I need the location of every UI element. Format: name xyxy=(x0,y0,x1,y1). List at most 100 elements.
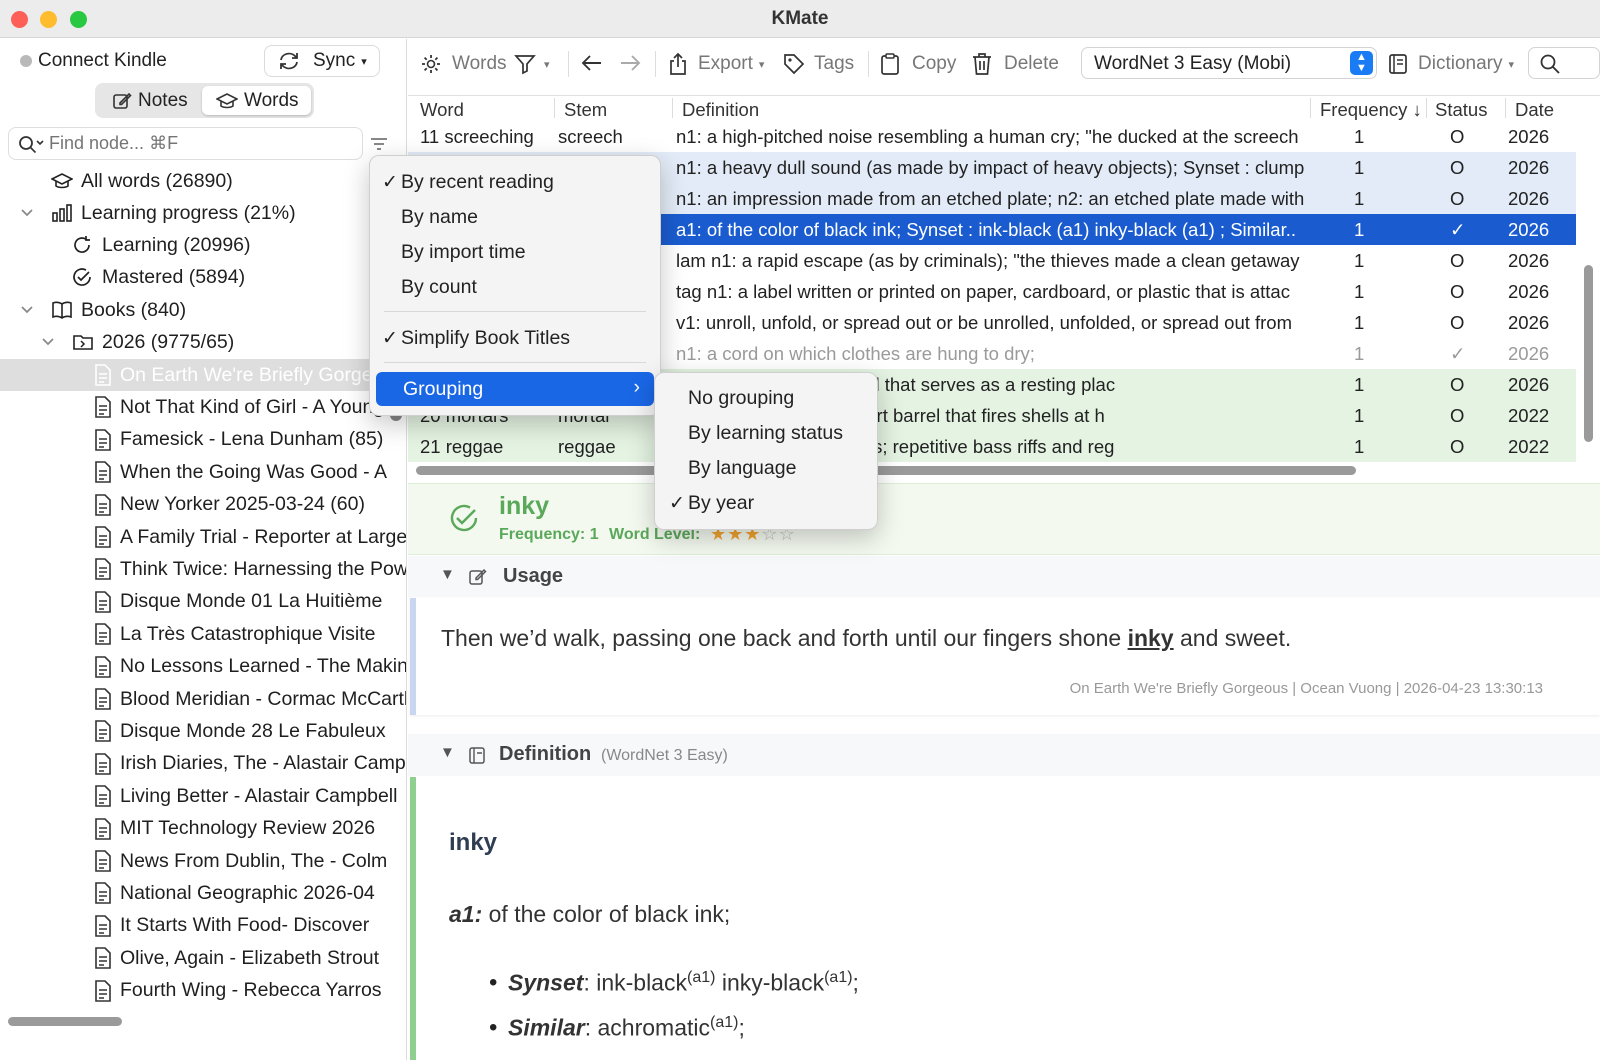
chevron-right-icon: › xyxy=(633,377,640,398)
words-tab[interactable]: Words xyxy=(202,86,311,115)
book-item[interactable]: Blood Meridian - Cormac McCarthy xyxy=(0,683,406,715)
sidebar-horizontal-scrollbar[interactable] xyxy=(8,1017,122,1026)
cell-status[interactable]: O xyxy=(1450,312,1474,334)
column-header-definition[interactable]: Definition xyxy=(682,99,759,121)
menu-item-label: By recent reading xyxy=(401,170,554,193)
chevron-down-icon[interactable] xyxy=(40,334,56,350)
book-item[interactable]: Disque Monde 28 Le Fabuleux xyxy=(0,715,406,747)
usage-highlight-word[interactable]: inky xyxy=(1128,625,1174,651)
table-row[interactable]: 21 reggae reggae inating in the West Indie… xyxy=(408,431,1576,462)
mastered-check-icon[interactable] xyxy=(448,502,480,534)
column-header-word[interactable]: Word xyxy=(420,99,464,121)
submenu-by-year[interactable]: ✓ By year xyxy=(655,486,877,520)
book-item[interactable]: MIT Technology Review 2026 xyxy=(0,813,406,845)
similar-word-1[interactable]: achromatic xyxy=(598,1015,710,1041)
book-item[interactable]: New Yorker 2025-03-24 (60) xyxy=(0,489,406,521)
menu-item-grouping[interactable]: Grouping › xyxy=(376,372,654,406)
filter-button[interactable]: ▾ xyxy=(514,49,550,79)
tree-learning-progress[interactable]: Learning progress (21%) xyxy=(0,197,406,229)
synset-word-2[interactable]: inky-black xyxy=(722,970,824,996)
copy-button[interactable]: Copy xyxy=(880,49,956,79)
book-item[interactable]: Fourth Wing - Rebecca Yarros xyxy=(0,975,406,1007)
column-header-frequency[interactable]: Frequency ↓ xyxy=(1320,99,1422,121)
menu-item-by-recent-reading[interactable]: ✓ By recent reading xyxy=(370,165,660,199)
book-item[interactable]: Olive, Again - Elizabeth Strout xyxy=(0,942,406,974)
synset-word-1[interactable]: ink-black xyxy=(596,970,687,996)
usage-section-header[interactable]: ▼ Usage xyxy=(408,556,1600,597)
tree-mastered-label: Mastered (5894) xyxy=(102,265,246,288)
dictionary-button[interactable]: Dictionary ▾ xyxy=(1388,49,1514,79)
book-item[interactable]: Think Twice: Harnessing the Power xyxy=(0,553,406,585)
cell-status[interactable]: ✓ xyxy=(1450,219,1474,241)
tree-books[interactable]: Books (840) xyxy=(0,294,406,326)
words-filter-button[interactable]: Words xyxy=(420,49,507,79)
tree-year-2026[interactable]: 2026 (9775/65) xyxy=(0,326,406,358)
cell-status[interactable]: O xyxy=(1450,281,1474,303)
dictionary-select-value: WordNet 3 Easy (Mobi) xyxy=(1094,53,1292,74)
definition-section-header[interactable]: ▼ Definition (WordNet 3 Easy) xyxy=(408,734,1600,776)
table-row[interactable]: 11 screeching screech n1: a high-pitched n… xyxy=(408,121,1576,152)
tags-button[interactable]: Tags xyxy=(782,49,854,79)
cell-status[interactable]: O xyxy=(1450,436,1474,458)
menu-item-by-name[interactable]: By name xyxy=(370,200,660,234)
export-button[interactable]: Export ▾ xyxy=(668,49,764,79)
tree-mastered[interactable]: Mastered (5894) xyxy=(0,261,406,293)
book-item[interactable]: Disque Monde 01 La Huitième xyxy=(0,586,406,618)
back-arrow-icon[interactable] xyxy=(580,53,604,73)
column-header-stem[interactable]: Stem xyxy=(564,99,607,121)
cell-status[interactable]: O xyxy=(1450,374,1474,396)
cell-status[interactable]: O xyxy=(1450,405,1474,427)
cell-status[interactable]: ✓ xyxy=(1450,343,1474,365)
forward-arrow-icon[interactable] xyxy=(618,53,642,73)
menu-item-simplify-book-titles[interactable]: ✓ Simplify Book Titles xyxy=(370,321,660,355)
submenu-no-grouping[interactable]: No grouping xyxy=(655,381,877,415)
book-item[interactable]: News From Dublin, The - Colm xyxy=(0,845,406,877)
table-vertical-scrollbar[interactable] xyxy=(1584,265,1593,442)
notes-tab[interactable]: Notes xyxy=(98,86,200,115)
book-item[interactable]: National Geographic 2026-04 xyxy=(0,877,406,909)
book-item[interactable]: Irish Diaries, The - Alastair Campbell xyxy=(0,748,406,780)
tree-all-words-label: All words (26890) xyxy=(81,169,233,192)
document-icon xyxy=(95,623,111,645)
cell-frequency: 1 xyxy=(1354,126,1365,147)
menu-separator xyxy=(384,311,646,312)
chevron-down-icon[interactable] xyxy=(19,205,35,221)
book-item[interactable]: La Très Catastrophique Visite xyxy=(0,618,406,650)
edit-note-icon xyxy=(113,92,132,109)
book-item[interactable]: Living Better - Alastair Campbell xyxy=(0,780,406,812)
submenu-by-language[interactable]: By language xyxy=(655,451,877,485)
book-item[interactable]: On Earth We're Briefly Gorgeous xyxy=(0,359,406,391)
document-icon xyxy=(95,428,111,451)
cell-status[interactable]: O xyxy=(1450,157,1474,179)
filter-lines-icon[interactable] xyxy=(369,136,389,152)
book-icon xyxy=(52,301,72,319)
tree-learning[interactable]: Learning (20996) xyxy=(0,229,406,261)
cell-status[interactable]: O xyxy=(1450,188,1474,210)
edit-note-icon xyxy=(469,568,487,585)
connect-kindle-button[interactable]: Connect Kindle xyxy=(38,50,167,72)
book-item[interactable]: No Lessons Learned - The Making xyxy=(0,651,406,683)
menu-item-by-import-time[interactable]: By import time xyxy=(370,235,660,269)
book-item[interactable]: A Family Trial - Reporter at Large xyxy=(0,521,406,553)
cell-date: 2026 xyxy=(1508,281,1550,302)
cell-status[interactable]: O xyxy=(1450,126,1474,148)
column-header-status[interactable]: Status xyxy=(1435,99,1487,121)
menu-item-by-count[interactable]: By count xyxy=(370,270,660,304)
sync-button[interactable]: Sync ▾ xyxy=(264,45,380,77)
chevron-down-icon[interactable] xyxy=(19,302,35,318)
table-horizontal-scrollbar[interactable] xyxy=(416,466,1356,475)
dictionary-select[interactable]: WordNet 3 Easy (Mobi) ▲ ▼ xyxy=(1081,47,1377,79)
book-item[interactable]: When the Going Was Good - A xyxy=(0,456,406,488)
book-item[interactable]: Not That Kind of Girl - A Young xyxy=(0,391,406,423)
bullet-icon: • xyxy=(489,1014,498,1041)
tree-all-words[interactable]: All words (26890) xyxy=(0,165,406,197)
column-header-date[interactable]: Date xyxy=(1515,99,1554,121)
cell-status[interactable]: O xyxy=(1450,250,1474,272)
book-item[interactable]: It Starts With Food- Discover xyxy=(0,910,406,942)
delete-button[interactable]: Delete xyxy=(972,49,1059,79)
submenu-by-learning-status[interactable]: By learning status xyxy=(655,416,877,450)
book-item[interactable]: Famesick - Lena Dunham (85) xyxy=(0,424,406,456)
find-node-input[interactable] xyxy=(49,133,349,154)
find-node-search[interactable] xyxy=(8,127,363,160)
global-search-field[interactable] xyxy=(1528,47,1600,79)
